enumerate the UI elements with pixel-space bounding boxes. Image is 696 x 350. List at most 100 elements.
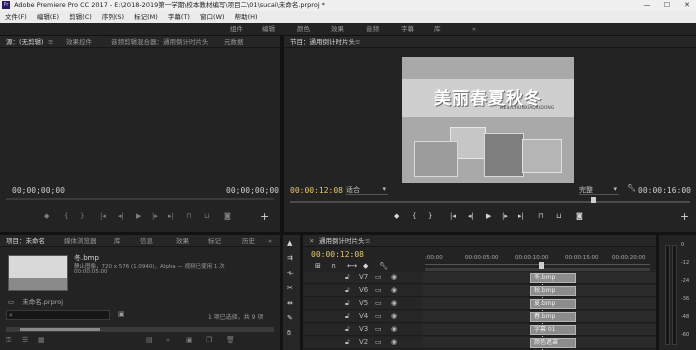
source-timecode-current[interactable]: 00;00;00;00: [12, 186, 65, 195]
menu-clip[interactable]: 剪辑(C): [69, 13, 92, 21]
track-lane-v7[interactable]: 冬.bmp: [423, 272, 656, 284]
maximize-button[interactable]: ☐: [660, 0, 674, 11]
tab-effects[interactable]: 效果: [176, 235, 189, 247]
list-view-icon[interactable]: ☰: [22, 336, 28, 344]
icon-view-icon[interactable]: ▦: [38, 336, 45, 344]
source-panel-menu[interactable]: ≡: [48, 36, 53, 48]
menu-help[interactable]: 帮助(H): [235, 13, 258, 21]
tab-audio-clip-mixer[interactable]: 音频剪辑混合器：通用倒计时片头: [111, 36, 209, 48]
tab-metadata[interactable]: 元数据: [224, 36, 244, 48]
new-bin-icon[interactable]: ▣: [186, 336, 193, 344]
playhead-marker[interactable]: [591, 197, 596, 203]
automate-icon[interactable]: ▤: [146, 336, 153, 344]
menu-window[interactable]: 窗口(W): [200, 13, 225, 21]
tab-program[interactable]: 节目：通用倒计时片头: [290, 36, 355, 48]
lock-icon[interactable]: 🔓︎: [345, 338, 350, 347]
go-to-out-icon[interactable]: ▸|: [518, 212, 524, 220]
track-lane-v3[interactable]: 字幕 01: [423, 324, 656, 336]
project-search-input[interactable]: ⌕: [6, 310, 110, 320]
time-ruler[interactable]: :00:00 00:00:05:00 00:00:10:00 00:00:15:…: [425, 252, 650, 272]
eye-icon[interactable]: ◉: [391, 338, 397, 346]
track-lane-v5[interactable]: 夏.bmp: [423, 298, 656, 310]
track-header-v3[interactable]: 🔓︎ V3 ▭ ◉: [303, 324, 423, 336]
menu-file[interactable]: 文件(F): [5, 13, 27, 21]
sync-lock-icon[interactable]: ▭: [375, 312, 382, 320]
slip-tool-icon[interactable]: ⇹: [287, 299, 293, 307]
lift-icon[interactable]: ⊓: [538, 212, 543, 220]
pen-tool-icon[interactable]: ✎: [287, 314, 293, 322]
tab-project[interactable]: 项目：未命名: [6, 235, 45, 247]
track-header-v6[interactable]: 🔓︎ V6 ▭ ◉: [303, 285, 423, 297]
sync-lock-icon[interactable]: ▭: [375, 299, 382, 307]
program-scrubber[interactable]: [290, 201, 690, 203]
workspace-effects[interactable]: 效果: [331, 23, 344, 36]
linked-selection-icon[interactable]: ⟷: [347, 262, 357, 270]
mark-out-icon[interactable]: }: [80, 212, 84, 220]
workspace-titles[interactable]: 字幕: [401, 23, 414, 36]
sync-lock-icon[interactable]: ▭: [375, 338, 382, 346]
scrollbar-thumb[interactable]: [20, 328, 100, 331]
tab-sequence[interactable]: 通用倒计时片头: [319, 235, 365, 247]
tab-source[interactable]: 源：(无剪辑): [6, 36, 44, 48]
tab-effect-controls[interactable]: 效果控件: [66, 36, 92, 48]
step-forward-icon[interactable]: |▸: [152, 212, 158, 220]
menu-sequence[interactable]: 序列(S): [102, 13, 124, 21]
menu-title[interactable]: 字幕(T): [168, 13, 190, 21]
menu-edit[interactable]: 编辑(E): [37, 13, 59, 21]
eye-icon[interactable]: ◉: [391, 325, 397, 333]
selection-tool-icon[interactable]: ▲: [287, 239, 292, 247]
track-header-v2[interactable]: 🔓︎ V2 ▭ ◉: [303, 337, 423, 349]
timeline-timecode[interactable]: 00:00:12:08: [311, 250, 364, 259]
playback-resolution-dropdown[interactable]: 完整 ▾: [579, 185, 619, 195]
program-timecode-current[interactable]: 00:00:12:08: [290, 186, 343, 195]
menu-marker[interactable]: 标记(M): [134, 13, 158, 21]
eye-icon[interactable]: ◉: [391, 286, 397, 294]
step-forward-icon[interactable]: |▸: [502, 212, 508, 220]
overwrite-icon[interactable]: ⊔: [204, 212, 209, 220]
trash-icon[interactable]: 🗑︎: [226, 336, 235, 344]
track-lane-v2[interactable]: 颜色遮罩: [423, 337, 656, 349]
playhead-handle[interactable]: [539, 262, 544, 269]
razor-tool-icon[interactable]: ✂: [287, 284, 293, 292]
new-bin-icon[interactable]: ▣: [118, 310, 125, 318]
program-panel-menu[interactable]: ≡: [355, 36, 360, 48]
step-back-icon[interactable]: ◂|: [118, 212, 124, 220]
track-lane-v4[interactable]: 春.bmp: [423, 311, 656, 323]
go-to-in-icon[interactable]: |◂: [450, 212, 456, 220]
tab-markers[interactable]: 标记: [208, 235, 221, 247]
track-select-tool-icon[interactable]: ⇉: [287, 254, 293, 262]
insert-icon[interactable]: ⊓: [186, 212, 191, 220]
sync-lock-icon[interactable]: ▭: [375, 286, 382, 294]
lock-icon[interactable]: 🔓︎: [345, 299, 350, 308]
go-to-out-icon[interactable]: ▸|: [168, 212, 174, 220]
clip-autumn[interactable]: 秋.bmp: [530, 286, 576, 296]
add-button-icon[interactable]: +: [260, 210, 269, 223]
go-to-in-icon[interactable]: |◂: [100, 212, 106, 220]
find-icon[interactable]: ⌕: [166, 336, 170, 345]
eye-icon[interactable]: ◉: [391, 312, 397, 320]
clip-color-matte[interactable]: 颜色遮罩: [530, 338, 576, 348]
play-icon[interactable]: ▶: [486, 212, 491, 220]
wrench-icon[interactable]: 🔧︎: [379, 262, 388, 270]
track-header-v5[interactable]: 🔓︎ V5 ▭ ◉: [303, 298, 423, 310]
track-lane-v6[interactable]: 秋.bmp: [423, 285, 656, 297]
sync-lock-icon[interactable]: ▭: [375, 273, 382, 281]
workspace-color[interactable]: 颜色: [297, 23, 310, 36]
add-button-icon[interactable]: +: [680, 210, 689, 223]
wrench-icon[interactable]: 🔧︎: [627, 184, 636, 192]
workspace-editing[interactable]: 编辑: [262, 23, 275, 36]
minimize-button[interactable]: —: [640, 0, 654, 11]
mark-in-icon[interactable]: {: [412, 212, 416, 220]
tab-media-browser[interactable]: 媒体浏览器: [64, 235, 97, 247]
tab-history[interactable]: 历史: [242, 235, 255, 247]
add-marker-icon[interactable]: ◆: [394, 212, 399, 220]
work-area-bar[interactable]: [425, 268, 650, 271]
export-frame-icon[interactable]: ◙: [224, 212, 231, 220]
step-back-icon[interactable]: ◂|: [468, 212, 474, 220]
hand-tool-icon[interactable]: ✋︎: [287, 329, 291, 338]
tab-libraries[interactable]: 库: [114, 235, 121, 247]
clip-summer[interactable]: 夏.bmp: [530, 299, 576, 309]
close-icon[interactable]: ✕: [309, 235, 314, 247]
lock-icon[interactable]: 🔓︎: [345, 286, 350, 295]
panel-more[interactable]: »: [268, 235, 272, 247]
